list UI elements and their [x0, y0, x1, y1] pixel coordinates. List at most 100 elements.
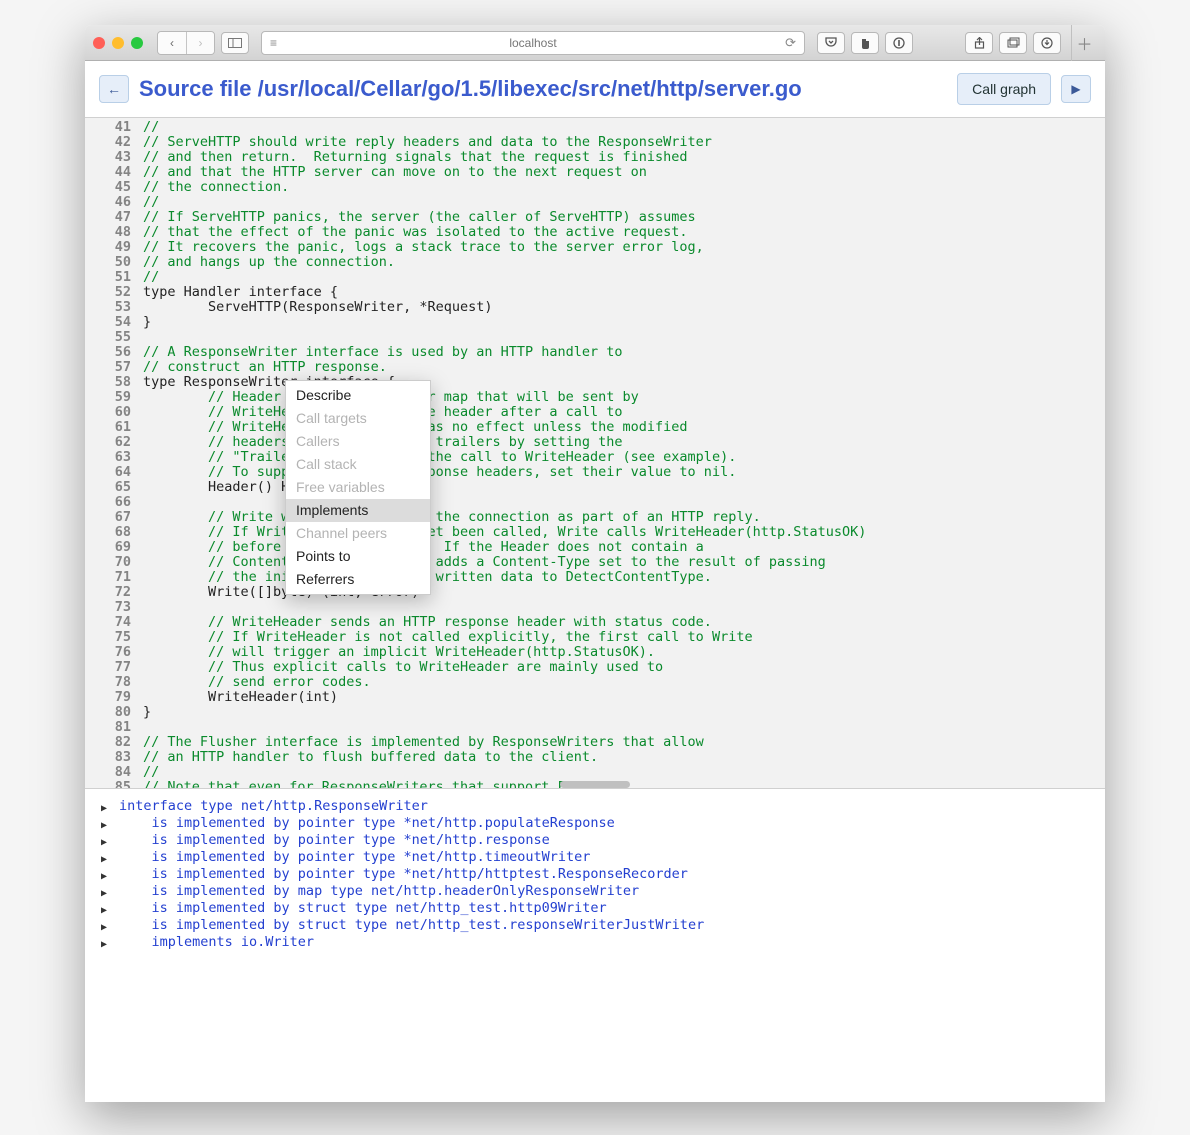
back-button[interactable]: ← — [99, 75, 129, 103]
code-line[interactable]: 63 // "Trailer" header before the call t… — [85, 450, 1105, 465]
share-button[interactable] — [965, 32, 993, 54]
maximize-icon[interactable] — [131, 37, 143, 49]
code-line[interactable]: 71 // the initial 512 bytes of written d… — [85, 570, 1105, 585]
code-line[interactable]: 56// A ResponseWriter interface is used … — [85, 345, 1105, 360]
line-number: 45 — [85, 180, 141, 195]
code-line[interactable]: 70 // Content-Type line, Write adds a Co… — [85, 555, 1105, 570]
code-line[interactable]: 75 // If WriteHeader is not called expli… — [85, 630, 1105, 645]
output-line[interactable]: ▶ is implemented by struct type net/http… — [101, 918, 1089, 935]
code-line[interactable]: 43// and then return. Returning signals … — [85, 150, 1105, 165]
code-line[interactable]: 58type ResponseWriter interface { — [85, 375, 1105, 390]
code-line[interactable]: 54} — [85, 315, 1105, 330]
code-line[interactable]: 46// — [85, 195, 1105, 210]
code-line[interactable]: 81 — [85, 720, 1105, 735]
output-line[interactable]: ▶interface type net/http.ResponseWriter — [101, 799, 1089, 816]
code-line[interactable]: 42// ServeHTTP should write reply header… — [85, 135, 1105, 150]
code-line[interactable]: 55 — [85, 330, 1105, 345]
address-bar[interactable]: ≡ localhost ⟳ — [261, 31, 805, 55]
disclosure-triangle-icon[interactable]: ▶ — [101, 918, 119, 935]
code-line[interactable]: 44// and that the HTTP server can move o… — [85, 165, 1105, 180]
code-line[interactable]: 83// an HTTP handler to flush buffered d… — [85, 750, 1105, 765]
code-line[interactable]: 47// If ServeHTTP panics, the server (th… — [85, 210, 1105, 225]
menu-item-implements[interactable]: Implements — [286, 499, 430, 522]
code-line[interactable]: 66 — [85, 495, 1105, 510]
code-line[interactable]: 64 // To suppress implicit response head… — [85, 465, 1105, 480]
call-graph-button[interactable]: Call graph — [957, 73, 1051, 105]
code-line[interactable]: 60 // WriteHeader. Changing the header a… — [85, 405, 1105, 420]
reload-icon[interactable]: ⟳ — [785, 35, 796, 51]
line-number: 42 — [85, 135, 141, 150]
code-text: ServeHTTP(ResponseWriter, *Request) — [141, 300, 493, 315]
code-text: // send error codes. — [141, 675, 371, 690]
code-line[interactable]: 53 ServeHTTP(ResponseWriter, *Request) — [85, 300, 1105, 315]
minimize-icon[interactable] — [112, 37, 124, 49]
output-line[interactable]: ▶ is implemented by pointer type *net/ht… — [101, 833, 1089, 850]
code-line[interactable]: 48// that the effect of the panic was is… — [85, 225, 1105, 240]
code-line[interactable]: 68 // If WriteHeader has not yet been ca… — [85, 525, 1105, 540]
downloads-button[interactable] — [1033, 32, 1061, 54]
code-line[interactable]: 77 // Thus explicit calls to WriteHeader… — [85, 660, 1105, 675]
code-line[interactable]: 67 // Write writes the data to the conne… — [85, 510, 1105, 525]
sidebar-toggle-button[interactable] — [221, 32, 249, 54]
code-line[interactable]: 76 // will trigger an implicit WriteHead… — [85, 645, 1105, 660]
output-line[interactable]: ▶ is implemented by pointer type *net/ht… — [101, 867, 1089, 884]
evernote-button[interactable] — [851, 32, 879, 54]
code-line[interactable]: 84// — [85, 765, 1105, 780]
close-icon[interactable] — [93, 37, 105, 49]
menu-item-call-stack: Call stack — [286, 453, 430, 476]
code-line[interactable]: 80} — [85, 705, 1105, 720]
code-line[interactable]: 59 // Header returns the header map that… — [85, 390, 1105, 405]
menu-item-referrers[interactable]: Referrers — [286, 568, 430, 591]
code-text: // Content-Type line, Write adds a Conte… — [141, 555, 826, 570]
scrollbar-horizontal[interactable] — [560, 781, 630, 788]
code-line[interactable]: 49// It recovers the panic, logs a stack… — [85, 240, 1105, 255]
nav-forward-button[interactable]: › — [186, 32, 214, 54]
disclosure-triangle-icon[interactable]: ▶ — [101, 884, 119, 901]
output-line[interactable]: ▶ is implemented by pointer type *net/ht… — [101, 816, 1089, 833]
tabs-button[interactable] — [999, 32, 1027, 54]
output-line[interactable]: ▶ implements io.Writer — [101, 935, 1089, 952]
nav-back-button[interactable]: ‹ — [158, 32, 186, 54]
code-line[interactable]: 69 // before writing the data. If the He… — [85, 540, 1105, 555]
disclosure-triangle-icon[interactable]: ▶ — [101, 867, 119, 884]
code-line[interactable]: 82// The Flusher interface is implemente… — [85, 735, 1105, 750]
code-text: // It recovers the panic, logs a stack t… — [141, 240, 704, 255]
disclosure-triangle-icon[interactable]: ▶ — [101, 816, 119, 833]
code-line[interactable]: 62 // headers were declared as trailers … — [85, 435, 1105, 450]
disclosure-triangle-icon[interactable]: ▶ — [101, 833, 119, 850]
disclosure-triangle-icon[interactable]: ▶ — [101, 799, 119, 816]
code-line[interactable]: 45// the connection. — [85, 180, 1105, 195]
new-tab-button[interactable]: ＋ — [1071, 25, 1097, 61]
code-line[interactable]: 73 — [85, 600, 1105, 615]
code-line[interactable]: 50// and hangs up the connection. — [85, 255, 1105, 270]
code-line[interactable]: 74 // WriteHeader sends an HTTP response… — [85, 615, 1105, 630]
pocket-button[interactable] — [817, 32, 845, 54]
onepassword-button[interactable] — [885, 32, 913, 54]
address-text: localhost — [509, 36, 556, 50]
output-line[interactable]: ▶ is implemented by map type net/http.he… — [101, 884, 1089, 901]
line-number: 44 — [85, 165, 141, 180]
output-line[interactable]: ▶ is implemented by pointer type *net/ht… — [101, 850, 1089, 867]
code-line[interactable]: 51// — [85, 270, 1105, 285]
code-line[interactable]: 41// — [85, 120, 1105, 135]
browser-window: ‹ › ≡ localhost ⟳ ＋ ← Source file /usr/l… — [85, 25, 1105, 1102]
code-line[interactable]: 61 // WriteHeader (or Write) has no effe… — [85, 420, 1105, 435]
code-line[interactable]: 52type Handler interface { — [85, 285, 1105, 300]
code-line[interactable]: 72 Write([]byte) (int, error) — [85, 585, 1105, 600]
disclosure-triangle-icon[interactable]: ▶ — [101, 901, 119, 918]
output-line[interactable]: ▶ is implemented by struct type net/http… — [101, 901, 1089, 918]
code-line[interactable]: 65 Header() Header — [85, 480, 1105, 495]
menu-item-describe[interactable]: Describe — [286, 384, 430, 407]
code-text — [141, 330, 143, 345]
line-number: 52 — [85, 285, 141, 300]
code-pane[interactable]: 41//42// ServeHTTP should write reply he… — [85, 117, 1105, 789]
code-line[interactable]: 79 WriteHeader(int) — [85, 690, 1105, 705]
line-number: 59 — [85, 390, 141, 405]
code-line[interactable]: 78 // send error codes. — [85, 675, 1105, 690]
disclosure-triangle-icon[interactable]: ▶ — [101, 850, 119, 867]
disclosure-triangle-icon[interactable]: ▶ — [101, 935, 119, 952]
menu-item-points-to[interactable]: Points to — [286, 545, 430, 568]
code-line[interactable]: 57// construct an HTTP response. — [85, 360, 1105, 375]
forward-button[interactable]: ▶ — [1061, 75, 1091, 103]
line-number: 41 — [85, 120, 141, 135]
